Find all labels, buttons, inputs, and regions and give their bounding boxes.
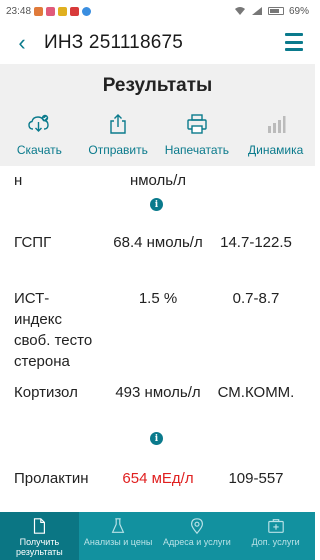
app-header: ‹ ИНЗ 251118675 (0, 22, 315, 64)
location-pin-icon (190, 518, 203, 535)
notification-icon (82, 6, 92, 16)
notification-icon (46, 6, 56, 16)
results-header: Результаты (0, 64, 315, 108)
bar-chart-icon (267, 116, 286, 133)
nav-extra-services[interactable]: Доп. услуги (236, 512, 315, 560)
result-row: ГСПГ 68.4 нмоль/л 14.7-122.5 (0, 232, 315, 276)
battery-icon (267, 7, 284, 15)
notification-icon (34, 6, 44, 16)
test-value: 1.5 % (138, 290, 178, 307)
test-value: 493 нмоль/л (115, 384, 201, 401)
nav-label: Анализы и цены (83, 537, 153, 547)
printer-icon (187, 114, 207, 134)
dynamics-button[interactable]: Динамика (236, 108, 315, 166)
info-icon[interactable]: i (150, 432, 163, 445)
result-row: н нмоль/л i (0, 166, 315, 222)
flask-icon (111, 518, 125, 533)
back-button[interactable]: ‹ (0, 22, 44, 64)
chevron-left-icon: ‹ (18, 30, 26, 55)
menu-button[interactable] (285, 33, 303, 51)
status-time: 23:48 (6, 5, 32, 17)
test-name: Кортизол (14, 384, 78, 401)
nav-get-results[interactable]: Получить результаты (0, 512, 79, 560)
print-button[interactable]: Напечатать (158, 108, 237, 166)
bottom-nav: Получить результаты Анализы и цены Адрес… (0, 512, 315, 560)
print-label: Напечатать (164, 143, 230, 157)
page-title: ИНЗ 251118675 (44, 32, 184, 53)
test-reference: 0.7-8.7 (232, 290, 280, 307)
download-button[interactable]: Скачать (0, 108, 79, 166)
test-value: 654 мЕд/л (122, 470, 194, 487)
download-label: Скачать (16, 143, 62, 157)
send-label: Отправить (88, 143, 148, 157)
test-value: нмоль/л (129, 172, 187, 189)
mail-icon (58, 6, 68, 16)
status-bar: 23:48 69% (0, 0, 315, 22)
wifi-icon (234, 7, 245, 15)
document-icon (34, 518, 46, 534)
battery-level: 69% (288, 5, 309, 17)
test-reference: 14.7-122.5 (220, 234, 292, 251)
test-reference: СМ.КОММ. (217, 384, 295, 401)
signal-icon (251, 7, 262, 15)
nav-tests-prices[interactable]: Анализы и цены (79, 512, 158, 560)
dynamics-label: Динамика (247, 143, 304, 157)
results-title: Результаты (102, 75, 213, 96)
test-reference: 109-557 (228, 470, 284, 487)
test-value: 68.4 нмоль/л (113, 234, 203, 251)
notification-icon (70, 6, 80, 16)
result-row: ИСТ-индекс своб. тесто стерона 1.5 % 0.7… (0, 288, 315, 378)
test-name: ИСТ-индекс своб. тесто стерона (14, 290, 93, 370)
results-list[interactable]: н нмоль/л i ГСПГ 68.4 нмоль/л 14.7-122.5… (0, 166, 315, 512)
test-name: ГСПГ (14, 234, 52, 251)
hamburger-icon (285, 33, 303, 36)
test-name: Пролактин (14, 470, 89, 487)
share-icon (110, 114, 126, 134)
result-row: Пролактин 654 мЕд/л 109-557 (0, 468, 315, 512)
medical-kit-icon (267, 519, 284, 533)
action-toolbar: Скачать Отправить Напечатать Динамика (0, 108, 315, 166)
nav-label: Доп. услуги (251, 537, 300, 547)
info-icon[interactable]: i (150, 198, 163, 211)
test-name: н (14, 172, 23, 189)
nav-label: Адреса и услуги (162, 537, 231, 547)
result-row: Кортизол 493 нмоль/л СМ.КОММ. i (0, 382, 315, 452)
nav-label: Получить результаты (15, 537, 63, 557)
cloud-download-icon (28, 114, 50, 132)
nav-addresses[interactable]: Адреса и услуги (158, 512, 237, 560)
send-button[interactable]: Отправить (79, 108, 158, 166)
